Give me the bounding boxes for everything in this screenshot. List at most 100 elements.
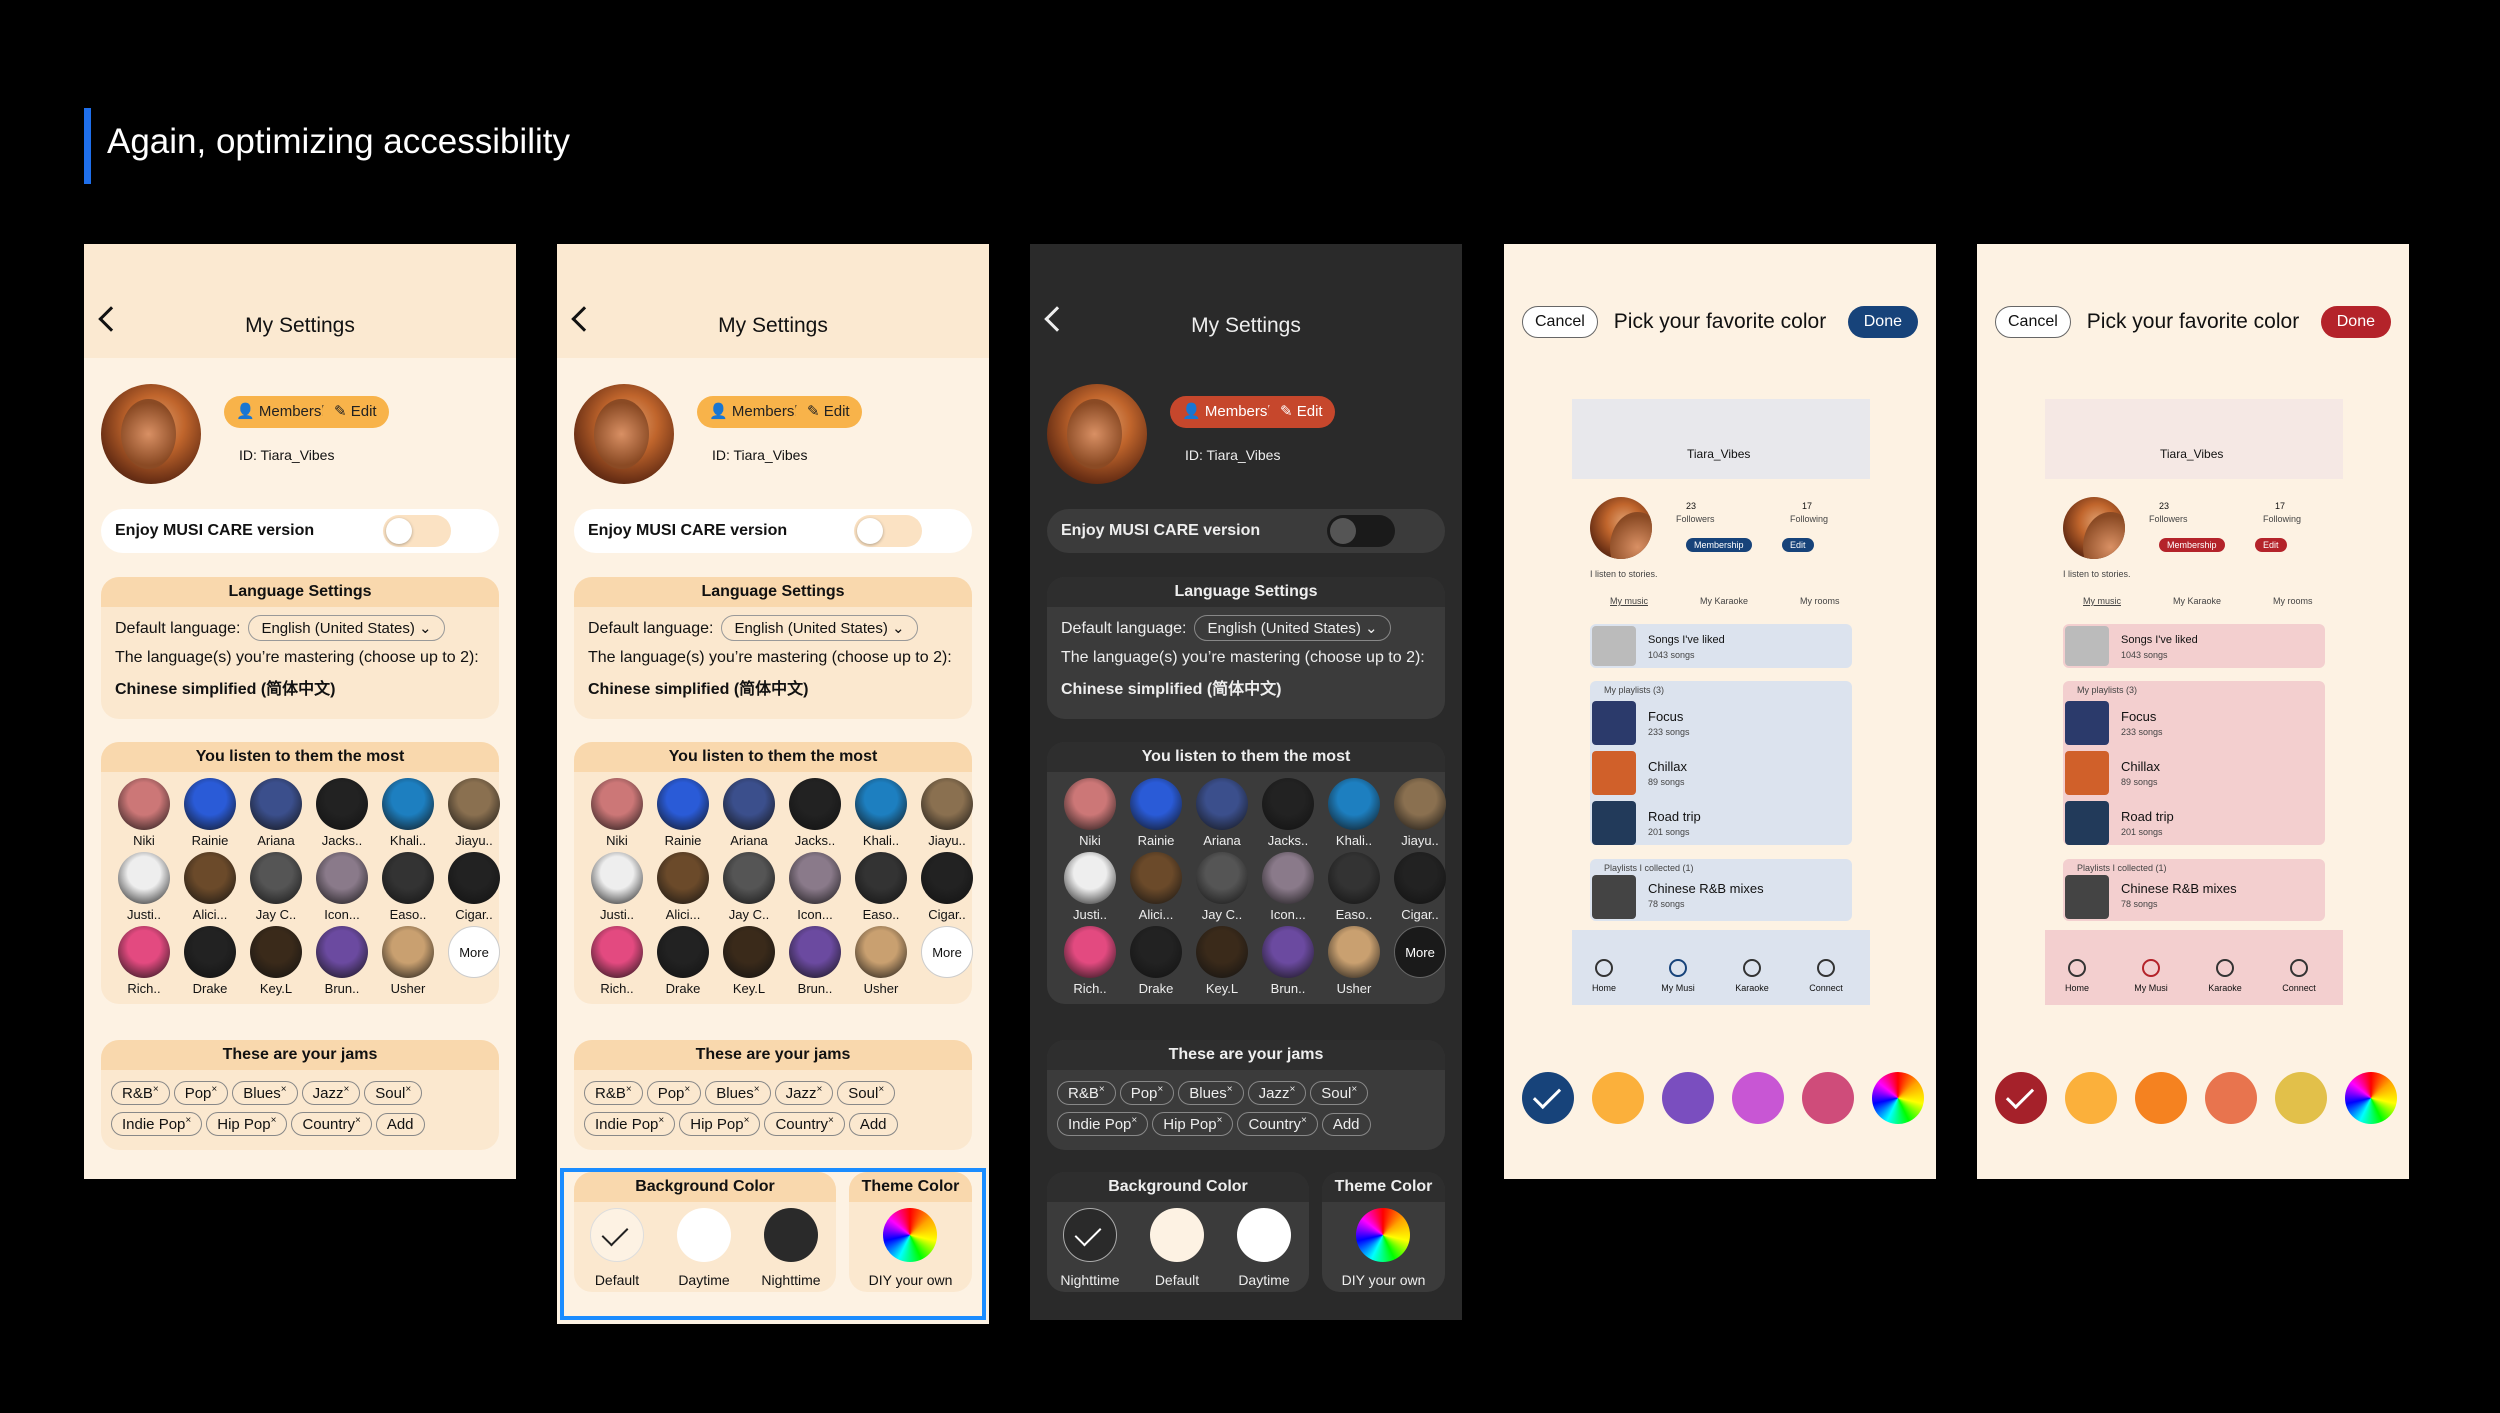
mastering-value[interactable]: Chinese simplified (简体中文): [101, 667, 499, 699]
artist-item[interactable]: Drake: [177, 926, 243, 996]
artist-item[interactable]: Icon...: [309, 852, 375, 922]
remove-tag-icon[interactable]: ×: [828, 1115, 834, 1126]
color-swatch[interactable]: [1662, 1072, 1714, 1124]
playlist-name[interactable]: Chillax: [2121, 759, 2160, 774]
genre-tag[interactable]: Pop×: [646, 1081, 702, 1105]
artist-photo[interactable]: [723, 926, 775, 978]
remove-tag-icon[interactable]: ×: [1227, 1084, 1233, 1095]
artist-item[interactable]: Icon...: [782, 852, 848, 922]
artist-item[interactable]: Ariana: [243, 778, 309, 848]
genre-tag[interactable]: Hip Pop×: [206, 1112, 288, 1136]
artist-photo[interactable]: [184, 926, 236, 978]
genre-tag[interactable]: R&B×: [1057, 1081, 1116, 1105]
artist-item[interactable]: Usher: [848, 926, 914, 996]
artist-item[interactable]: Usher: [1321, 926, 1387, 996]
artist-item[interactable]: Cigar..: [1387, 852, 1453, 922]
color-swatch[interactable]: [2205, 1072, 2257, 1124]
artist-item[interactable]: Jay C..: [243, 852, 309, 922]
remove-tag-icon[interactable]: ×: [271, 1115, 277, 1126]
genre-tag[interactable]: Add: [375, 1113, 425, 1136]
artist-photo[interactable]: [250, 852, 302, 904]
color-swatch[interactable]: [1802, 1072, 1854, 1124]
language-dropdown[interactable]: English (United States) ⌄: [248, 615, 445, 641]
artist-photo[interactable]: [1394, 778, 1446, 830]
playlist-name[interactable]: Focus: [2121, 709, 2156, 724]
bg-nighttime-swatch[interactable]: [1063, 1208, 1117, 1262]
artist-item[interactable]: Key.L: [716, 926, 782, 996]
playlist-cover[interactable]: [1592, 701, 1636, 745]
artist-photo[interactable]: [591, 778, 643, 830]
artist-item[interactable]: Cigar..: [914, 852, 980, 922]
artist-item[interactable]: Niki: [111, 778, 177, 848]
artist-item[interactable]: Drake: [650, 926, 716, 996]
remove-tag-icon[interactable]: ×: [185, 1115, 191, 1126]
artist-item[interactable]: Rainie: [177, 778, 243, 848]
remove-tag-icon[interactable]: ×: [1289, 1084, 1295, 1095]
nav-item[interactable]: Connect: [1796, 959, 1856, 993]
color-swatch[interactable]: [2275, 1072, 2327, 1124]
artist-photo[interactable]: [1394, 852, 1446, 904]
color-swatch[interactable]: [1732, 1072, 1784, 1124]
artist-item[interactable]: Jiayu..: [1387, 778, 1453, 848]
artist-item[interactable]: Brun..: [309, 926, 375, 996]
remove-tag-icon[interactable]: ×: [405, 1084, 411, 1095]
playlist-cover[interactable]: [2065, 751, 2109, 795]
artist-item[interactable]: More: [1387, 926, 1453, 996]
artist-item[interactable]: Justi..: [111, 852, 177, 922]
artist-item[interactable]: Rainie: [1123, 778, 1189, 848]
artist-item[interactable]: Jay C..: [716, 852, 782, 922]
artist-photo[interactable]: [657, 852, 709, 904]
artist-item[interactable]: Drake: [1123, 926, 1189, 996]
genre-tag[interactable]: Blues×: [705, 1081, 771, 1105]
done-button[interactable]: Done: [2320, 306, 2391, 338]
artist-photo[interactable]: [184, 778, 236, 830]
artist-item[interactable]: Khali..: [848, 778, 914, 848]
remove-tag-icon[interactable]: ×: [355, 1115, 361, 1126]
artist-item[interactable]: Brun..: [782, 926, 848, 996]
artist-item[interactable]: Easo..: [375, 852, 441, 922]
artist-photo[interactable]: [316, 778, 368, 830]
artist-item[interactable]: Jacks..: [309, 778, 375, 848]
artist-photo[interactable]: [382, 778, 434, 830]
more-artists-button[interactable]: More: [1394, 926, 1446, 978]
care-toggle[interactable]: [383, 515, 451, 547]
genre-tag[interactable]: R&B×: [111, 1081, 170, 1105]
artist-photo[interactable]: [1328, 852, 1380, 904]
remove-tag-icon[interactable]: ×: [1131, 1115, 1137, 1126]
nav-item[interactable]: My Musi: [2121, 959, 2181, 993]
nav-item[interactable]: Home: [2047, 959, 2107, 993]
edit-button[interactable]: ✎ Edit: [1268, 396, 1335, 428]
remove-tag-icon[interactable]: ×: [1351, 1084, 1357, 1095]
artist-item[interactable]: Cigar..: [441, 852, 507, 922]
rainbow-wheel-icon[interactable]: [1356, 1208, 1410, 1262]
avatar[interactable]: [574, 384, 674, 484]
rainbow-wheel-icon[interactable]: [2345, 1072, 2397, 1124]
artist-photo[interactable]: [316, 926, 368, 978]
artist-photo[interactable]: [921, 852, 973, 904]
genre-tag[interactable]: Blues×: [1178, 1081, 1244, 1105]
artist-photo[interactable]: [448, 852, 500, 904]
artist-item[interactable]: Khali..: [375, 778, 441, 848]
rainbow-wheel-icon[interactable]: [1872, 1072, 1924, 1124]
playlist-cover[interactable]: [2065, 875, 2109, 919]
artist-photo[interactable]: [723, 778, 775, 830]
artist-photo[interactable]: [591, 852, 643, 904]
artist-photo[interactable]: [184, 852, 236, 904]
remove-tag-icon[interactable]: ×: [211, 1084, 217, 1095]
artist-photo[interactable]: [855, 852, 907, 904]
genre-tag[interactable]: Country×: [764, 1112, 845, 1136]
remove-tag-icon[interactable]: ×: [343, 1084, 349, 1095]
artist-item[interactable]: Rainie: [650, 778, 716, 848]
artist-item[interactable]: Key.L: [1189, 926, 1255, 996]
artist-photo[interactable]: [1064, 778, 1116, 830]
artist-item[interactable]: More: [441, 926, 507, 996]
genre-tag[interactable]: Add: [848, 1113, 898, 1136]
genre-tag[interactable]: Pop×: [1119, 1081, 1175, 1105]
color-swatch[interactable]: [1592, 1072, 1644, 1124]
playlist-name[interactable]: Chillax: [1648, 759, 1687, 774]
playlist-cover[interactable]: [1592, 751, 1636, 795]
artist-photo[interactable]: [855, 778, 907, 830]
genre-tag[interactable]: Hip Pop×: [679, 1112, 761, 1136]
artist-photo[interactable]: [1262, 926, 1314, 978]
edit-button[interactable]: ✎ Edit: [322, 396, 389, 428]
